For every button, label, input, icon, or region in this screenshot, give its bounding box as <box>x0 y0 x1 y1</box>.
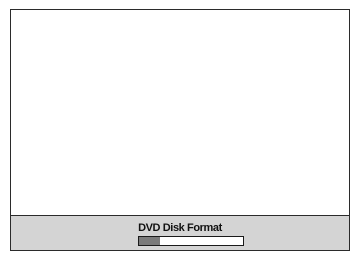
format-progress-bar <box>138 236 244 246</box>
status-bar: DVD Disk Format <box>11 215 349 250</box>
video-display-area <box>11 10 349 215</box>
status-label: DVD Disk Format <box>138 222 222 234</box>
tv-screen-frame: DVD Disk Format <box>10 9 350 251</box>
format-progress-fill <box>139 237 160 245</box>
